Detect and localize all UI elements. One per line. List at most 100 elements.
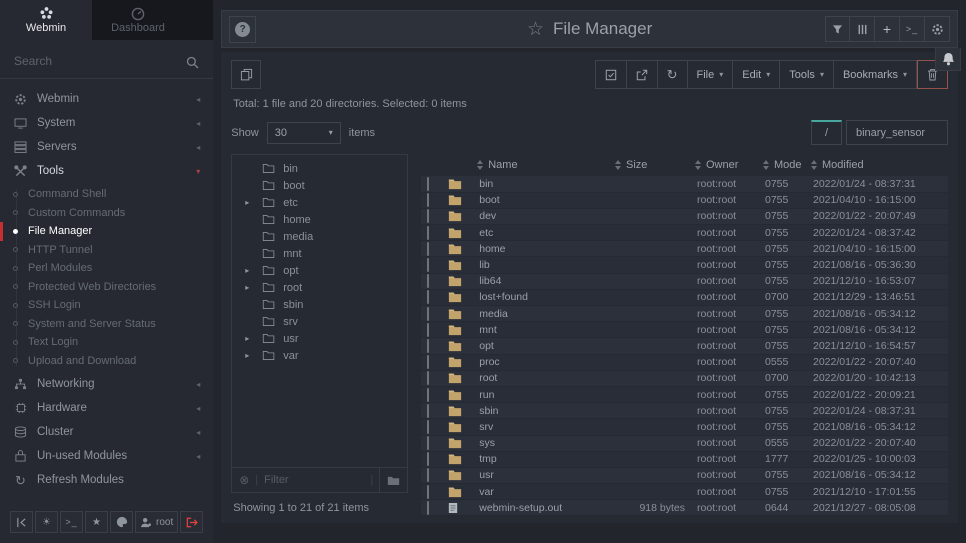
file-row-run[interactable]: runroot:root07552022/01/22 - 20:09:21 xyxy=(421,386,948,402)
column-header-mode[interactable]: Mode xyxy=(763,154,811,176)
sidebar-item-custom-commands[interactable]: Custom Commands xyxy=(0,204,213,223)
sidebar-item-upload-and-download[interactable]: Upload and Download xyxy=(0,352,213,371)
sidebar-category-un-used-modules[interactable]: Un-used Modules◂ xyxy=(0,444,213,468)
file-row-var[interactable]: varroot:root07552021/12/10 - 17:01:55 xyxy=(421,484,948,500)
file-row-etc[interactable]: etcroot:root07552022/01/24 - 08:37:42 xyxy=(421,225,948,241)
sidebar-item-perl-modules[interactable]: Perl Modules xyxy=(0,259,213,278)
row-checkbox[interactable] xyxy=(427,274,429,288)
row-checkbox[interactable] xyxy=(427,420,429,434)
row-checkbox[interactable] xyxy=(427,242,429,256)
tools-menu-button[interactable]: Tools ▾ xyxy=(780,60,834,89)
file-row-boot[interactable]: bootroot:root07552021/04/10 - 16:15:00 xyxy=(421,192,948,208)
help-button[interactable]: ? xyxy=(229,16,256,43)
row-checkbox[interactable] xyxy=(427,355,429,369)
row-checkbox[interactable] xyxy=(427,452,429,466)
bookmarks-menu-button[interactable]: Bookmarks ▾ xyxy=(834,60,917,89)
expand-arrow-icon[interactable]: ▸ xyxy=(245,198,249,207)
tree-item-home[interactable]: home xyxy=(232,211,407,228)
search-input[interactable] xyxy=(14,54,199,68)
row-checkbox[interactable] xyxy=(427,323,429,337)
tree-item-srv[interactable]: srv xyxy=(232,313,407,330)
path-input[interactable] xyxy=(846,120,948,145)
column-header-size[interactable]: Size xyxy=(615,154,695,176)
sidebar-category-cluster[interactable]: Cluster◂ xyxy=(0,420,213,444)
favorites-button[interactable]: ★ xyxy=(85,511,108,533)
tree-item-etc[interactable]: ▸etc xyxy=(232,194,407,211)
tab-webmin[interactable]: Webmin xyxy=(0,0,92,40)
row-checkbox[interactable] xyxy=(427,177,429,191)
sidebar-item-file-manager[interactable]: File Manager xyxy=(0,222,213,241)
sidebar-category-servers[interactable]: Servers◂ xyxy=(0,135,213,159)
tree-item-usr[interactable]: ▸usr xyxy=(232,330,407,347)
sidebar-category-refresh-modules[interactable]: ↻Refresh Modules xyxy=(0,468,213,492)
tree-item-boot[interactable]: boot xyxy=(232,177,407,194)
filter-button[interactable] xyxy=(825,16,850,42)
file-row-root[interactable]: rootroot:root07002022/01/20 - 10:42:13 xyxy=(421,370,948,386)
file-row-lib64[interactable]: lib64root:root07552021/12/10 - 16:53:07 xyxy=(421,273,948,289)
terminal-button[interactable]: >_ xyxy=(900,16,925,42)
clear-filter-icon[interactable]: ⊗ xyxy=(239,473,249,487)
expand-arrow-icon[interactable]: ▸ xyxy=(245,283,249,292)
file-row-opt[interactable]: optroot:root07552021/12/10 - 16:54:57 xyxy=(421,338,948,354)
tab-dashboard[interactable]: Dashboard xyxy=(92,0,184,40)
row-checkbox[interactable] xyxy=(427,290,429,304)
file-row-lib[interactable]: libroot:root07552021/08/16 - 05:36:30 xyxy=(421,257,948,273)
favorite-star-icon[interactable]: ☆ xyxy=(527,20,544,39)
column-header-name[interactable]: Name xyxy=(477,154,615,176)
sidebar-item-command-shell[interactable]: Command Shell xyxy=(0,185,213,204)
tree-folder-button[interactable] xyxy=(379,468,400,492)
row-checkbox[interactable] xyxy=(427,388,429,402)
sidebar-category-webmin[interactable]: Webmin◂ xyxy=(0,87,213,111)
file-row-srv[interactable]: srvroot:root07552021/08/16 - 05:34:12 xyxy=(421,419,948,435)
logout-button[interactable] xyxy=(180,511,203,533)
row-checkbox[interactable] xyxy=(427,485,429,499)
file-row-lost-found[interactable]: lost+foundroot:root07002021/12/29 - 13:4… xyxy=(421,289,948,305)
settings-button[interactable] xyxy=(925,16,950,42)
file-row-mnt[interactable]: mntroot:root07552021/08/16 - 05:34:12 xyxy=(421,322,948,338)
tree-item-mnt[interactable]: mnt xyxy=(232,245,407,262)
sidebar-item-http-tunnel[interactable]: HTTP Tunnel xyxy=(0,241,213,260)
file-row-dev[interactable]: devroot:root07552022/01/22 - 20:07:49 xyxy=(421,208,948,224)
file-row-tmp[interactable]: tmproot:root17772022/01/25 - 10:00:03 xyxy=(421,451,948,467)
tree-item-var[interactable]: ▸var xyxy=(232,347,407,364)
file-row-usr[interactable]: usrroot:root07552021/08/16 - 05:34:12 xyxy=(421,467,948,483)
file-row-media[interactable]: mediaroot:root07552021/08/16 - 05:34:12 xyxy=(421,306,948,322)
file-row-sys[interactable]: sysroot:root05552022/01/22 - 20:07:40 xyxy=(421,435,948,451)
paste-buffer-button[interactable] xyxy=(231,60,261,89)
sidebar-item-system-and-server-status[interactable]: System and Server Status xyxy=(0,315,213,334)
file-row-sbin[interactable]: sbinroot:root07552022/01/24 - 08:37:31 xyxy=(421,403,948,419)
theme-palette-button[interactable] xyxy=(110,511,133,533)
row-checkbox[interactable] xyxy=(427,339,429,353)
file-menu-button[interactable]: File ▾ xyxy=(688,60,734,89)
tree-item-root[interactable]: ▸root xyxy=(232,279,407,296)
tree-item-bin[interactable]: bin xyxy=(232,160,407,177)
column-header-owner[interactable]: Owner xyxy=(695,154,763,176)
row-checkbox[interactable] xyxy=(427,258,429,272)
row-checkbox[interactable] xyxy=(427,307,429,321)
columns-button[interactable] xyxy=(850,16,875,42)
file-row-home[interactable]: homeroot:root07552021/04/10 - 16:15:00 xyxy=(421,241,948,257)
shell-button[interactable]: >_ xyxy=(60,511,83,533)
collapse-sidebar-button[interactable] xyxy=(10,511,33,533)
export-button[interactable] xyxy=(627,60,658,89)
tree-item-opt[interactable]: ▸opt xyxy=(232,262,407,279)
row-checkbox[interactable] xyxy=(427,209,429,223)
column-header-modified[interactable]: Modified xyxy=(811,154,948,176)
expand-arrow-icon[interactable]: ▸ xyxy=(245,266,249,275)
select-all-button[interactable] xyxy=(595,60,627,89)
expand-arrow-icon[interactable]: ▸ xyxy=(245,334,249,343)
tree-filter-input[interactable] xyxy=(264,474,364,486)
sidebar-item-protected-web-directories[interactable]: Protected Web Directories xyxy=(0,278,213,297)
sidebar-category-tools[interactable]: Tools▾ xyxy=(0,159,213,183)
row-checkbox[interactable] xyxy=(427,468,429,482)
sidebar-item-ssh-login[interactable]: SSH Login xyxy=(0,296,213,315)
expand-arrow-icon[interactable]: ▸ xyxy=(245,351,249,360)
theme-toggle-button[interactable]: ☀ xyxy=(35,511,58,533)
add-button[interactable]: + xyxy=(875,16,900,42)
row-checkbox[interactable] xyxy=(427,436,429,450)
refresh-button[interactable]: ↻ xyxy=(658,60,688,89)
edit-menu-button[interactable]: Edit ▾ xyxy=(733,60,780,89)
notifications-button[interactable] xyxy=(935,48,961,71)
file-row-proc[interactable]: procroot:root05552022/01/22 - 20:07:40 xyxy=(421,354,948,370)
tree-item-sbin[interactable]: sbin xyxy=(232,296,407,313)
